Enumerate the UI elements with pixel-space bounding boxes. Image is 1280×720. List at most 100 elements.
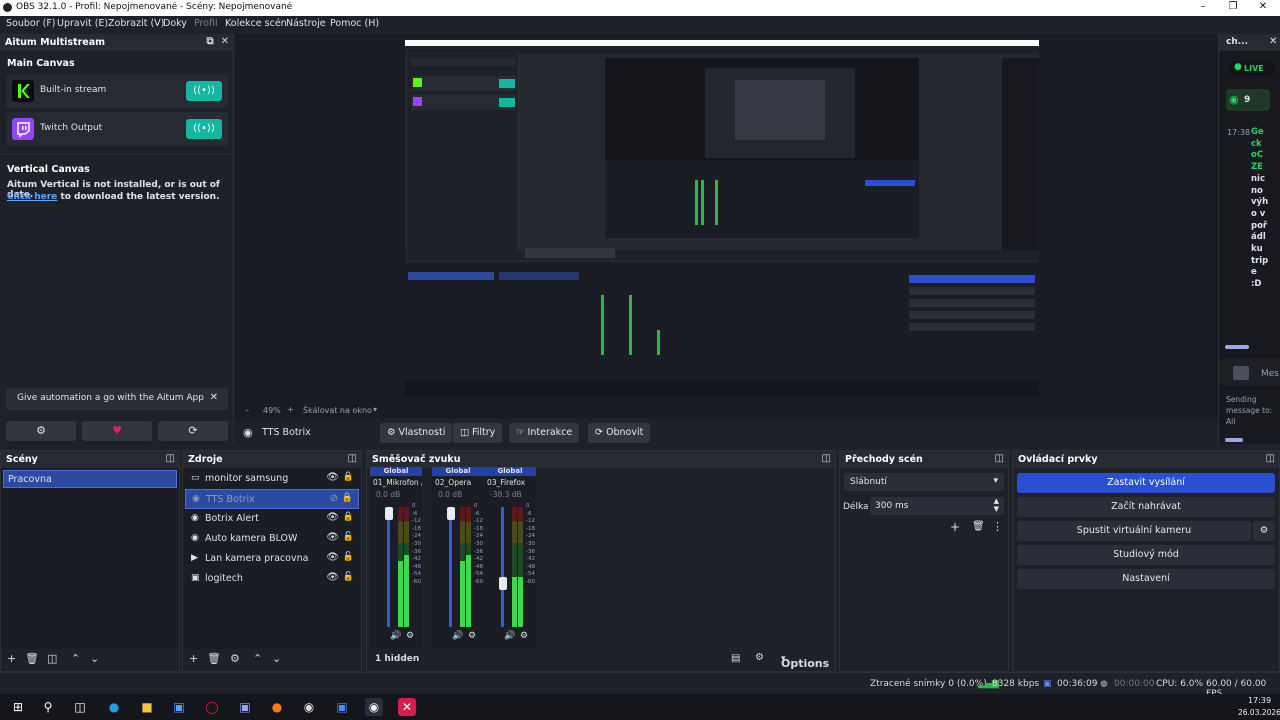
opera-icon[interactable]: ◯ <box>203 698 221 716</box>
start-output-button[interactable]: ((•)) <box>186 119 222 139</box>
dock-menu-icon[interactable]: ◫ <box>166 453 175 464</box>
mixer-options-button[interactable]: Options ▾ <box>781 654 829 670</box>
interact-button[interactable]: ☞ Interakce <box>509 423 580 443</box>
menu-tools[interactable]: Nástroje <box>286 18 326 29</box>
app-icon[interactable]: ✕ <box>398 698 416 716</box>
dock-menu-icon[interactable]: ◫ <box>822 453 831 464</box>
menu-file[interactable]: Soubor (F) <box>6 18 56 29</box>
more-icon[interactable]: ⋮ <box>992 520 1003 533</box>
scale-mode-select[interactable]: Škálovat na okno <box>303 406 372 415</box>
eye-icon[interactable]: 👁 <box>326 472 339 483</box>
task-view-icon[interactable]: ◫ <box>71 698 89 716</box>
unlock-icon[interactable]: 🔓 <box>343 552 354 562</box>
refresh-button[interactable]: ⟳ <box>158 421 228 441</box>
app-icon[interactable]: ◉ <box>300 698 318 716</box>
properties-button[interactable]: ⚙ Vlastnosti <box>380 423 453 443</box>
refresh-source-button[interactable]: ⟳ Obnovit <box>588 423 651 443</box>
fader-knob[interactable] <box>447 507 455 520</box>
trash-icon[interactable]: 🗑 <box>207 652 221 665</box>
source-item[interactable]: ▣ logitech 👁 🔓 <box>185 569 359 589</box>
up-arrow-icon[interactable]: ⌃ <box>71 652 80 665</box>
file-explorer-icon[interactable]: ■ <box>138 698 156 716</box>
speaker-icon[interactable]: 🔊 <box>390 631 401 641</box>
stop-streaming-button[interactable]: Zastavit vysílání <box>1017 473 1275 493</box>
eye-hidden-icon[interactable]: ⊘ <box>330 493 338 504</box>
dock-menu-icon[interactable]: ◫ <box>1266 453 1275 464</box>
menu-view[interactable]: Zobrazit (V) <box>108 18 164 29</box>
add-icon[interactable]: + <box>950 520 960 534</box>
scene-item[interactable]: Pracovna <box>3 470 177 488</box>
studio-mode-button[interactable]: Studiový mód <box>1017 545 1275 565</box>
layout-icon[interactable]: ▤ <box>731 653 740 664</box>
dock-float-close-icons[interactable]: ⧉ ✕ <box>207 36 229 47</box>
program-preview[interactable] <box>405 40 1039 397</box>
volume-fader[interactable] <box>387 507 390 627</box>
menu-docks[interactable]: Doky <box>163 18 187 29</box>
edge-icon[interactable]: ● <box>105 698 123 716</box>
download-link[interactable]: Click here <box>7 192 57 202</box>
close-window-button[interactable]: ✕ <box>1246 0 1280 16</box>
channel-settings-icon[interactable]: ⚙ <box>406 631 414 641</box>
filter-icon[interactable]: ◫ <box>47 652 57 665</box>
menu-profile[interactable]: Profil <box>194 18 218 29</box>
start-virtual-camera-button[interactable]: Spustit virtuální kameru <box>1017 521 1251 541</box>
settings-button[interactable]: Nastavení <box>1017 569 1275 589</box>
virtual-camera-gear-icon[interactable]: ⚙ <box>1253 521 1275 541</box>
gear-icon[interactable]: ⚙ <box>230 652 240 665</box>
chat-input[interactable]: Mes <box>1261 369 1279 379</box>
zoom-out-icon[interactable]: – <box>245 406 249 415</box>
duration-input[interactable]: 300 ms ▲ ▼ <box>870 497 1004 515</box>
fader-knob[interactable] <box>385 507 393 520</box>
lock-icon[interactable]: 🔒 <box>343 472 354 482</box>
menu-edit[interactable]: Upravit (E) <box>57 18 108 29</box>
lock-icon[interactable]: 🔒 <box>343 512 354 522</box>
down-arrow-icon[interactable]: ⌄ <box>90 652 99 665</box>
dock-menu-icon[interactable]: ◫ <box>348 453 357 464</box>
hidden-count[interactable]: 1 hidden <box>375 654 419 664</box>
close-icon[interactable]: ✕ <box>1269 36 1277 47</box>
speaker-icon[interactable]: 🔊 <box>504 631 515 641</box>
filters-button[interactable]: ◫ Filtry <box>453 423 503 443</box>
start-output-button[interactable]: ((•)) <box>186 81 222 101</box>
trash-icon[interactable]: 🗑 <box>972 521 985 532</box>
eye-icon[interactable]: 👁 <box>326 572 339 583</box>
fader-knob[interactable] <box>499 576 507 590</box>
store-icon[interactable]: ▣ <box>170 698 188 716</box>
source-item[interactable]: ◉ Botrix Alert 👁 🔒 <box>185 509 359 529</box>
unlock-icon[interactable]: 🔓 <box>343 532 354 542</box>
lock-icon[interactable]: 🔒 <box>342 493 353 503</box>
eye-icon[interactable]: 👁 <box>326 552 339 563</box>
windows-start-icon[interactable]: ⊞ <box>9 698 27 716</box>
trash-icon[interactable]: 🗑 <box>25 652 39 665</box>
restore-button[interactable]: ❐ <box>1216 0 1250 16</box>
chevron-down-icon[interactable]: ▾ <box>373 405 377 414</box>
source-item-selected[interactable]: ◉ TTS Botrix ⊘ 🔒 <box>185 489 359 509</box>
transition-select[interactable]: Slábnutí ▾ <box>844 473 1004 491</box>
channel-name[interactable]: 02_Opera <box>432 476 484 489</box>
eye-icon[interactable]: 👁 <box>326 532 339 543</box>
channel-settings-icon[interactable]: ⚙ <box>520 631 528 641</box>
dock-menu-icon[interactable]: ◫ <box>995 453 1004 464</box>
add-icon[interactable]: + <box>189 652 198 665</box>
menu-scene-collection[interactable]: Kolekce scén <box>225 18 287 29</box>
zoom-in-icon[interactable]: + <box>287 405 294 414</box>
source-item[interactable]: ▶ Lan kamera pracovna 👁 🔓 <box>185 549 359 569</box>
channel-name[interactable]: 01_Mikrofon / Al <box>370 476 422 489</box>
settings-icon[interactable]: ⚙ <box>755 652 764 663</box>
donate-heart-button[interactable]: ♥ <box>82 421 152 441</box>
automation-tip-text[interactable]: Give automation a go with the Aitum App <box>17 393 204 403</box>
settings-gear-button[interactable]: ⚙ <box>6 421 76 441</box>
app-icon[interactable]: ▣ <box>333 698 351 716</box>
menu-help[interactable]: Pomoc (H) <box>330 18 379 29</box>
up-arrow-icon[interactable]: ⌃ <box>253 652 262 665</box>
add-icon[interactable]: + <box>7 652 16 665</box>
volume-fader[interactable] <box>449 507 452 627</box>
speaker-icon[interactable]: 🔊 <box>452 631 463 641</box>
channel-name[interactable]: 03_Firefox <box>484 476 536 489</box>
obs-taskbar-icon[interactable]: ◉ <box>365 698 383 716</box>
down-arrow-icon[interactable]: ⌄ <box>272 652 281 665</box>
minimize-button[interactable]: – <box>1186 0 1220 16</box>
eye-icon[interactable]: 👁 <box>326 512 339 523</box>
start-recording-button[interactable]: Začít nahrávat <box>1017 497 1275 517</box>
channel-settings-icon[interactable]: ⚙ <box>468 631 476 641</box>
